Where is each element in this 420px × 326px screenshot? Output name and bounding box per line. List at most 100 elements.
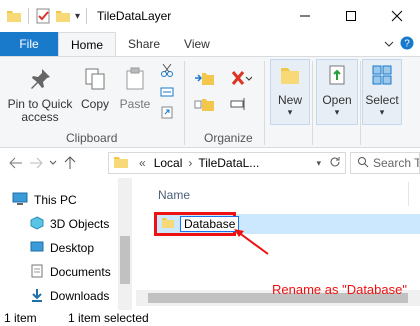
nav-scrollbar-thumb[interactable] <box>120 236 130 284</box>
tab-home[interactable]: Home <box>58 32 117 56</box>
rename-highlight: Database <box>154 212 240 236</box>
status-item-count: 1 item <box>4 311 37 325</box>
nav-scrollbar[interactable] <box>118 178 132 310</box>
new-folder-large-icon <box>279 64 301 89</box>
annotation-text: Rename as "Database" <box>272 282 407 297</box>
open-button[interactable]: Open ▾ <box>316 59 358 125</box>
folder-icon <box>113 155 129 172</box>
paste-shortcut-icon <box>160 105 174 122</box>
documents-icon <box>30 264 44 281</box>
annotation-arrow-icon <box>234 229 269 255</box>
new-folder-icon[interactable] <box>55 8 71 24</box>
select-button[interactable]: Select ▾ <box>362 59 402 125</box>
qa-dropdown-icon[interactable]: ▾ <box>75 11 80 22</box>
nav-label: This PC <box>34 193 77 207</box>
nav-label: Desktop <box>50 241 95 255</box>
copy-path-icon <box>160 85 174 102</box>
window-controls <box>282 0 420 32</box>
ribbon-divider <box>184 61 185 145</box>
delete-button[interactable] <box>230 69 253 90</box>
3d-objects-icon <box>30 215 44 233</box>
navigation-pane: This PC 3D Objects Desktop Documents Dow… <box>0 178 132 310</box>
copy-path-button[interactable] <box>160 85 174 102</box>
breadcrumb-tiledatalayer[interactable]: TileDataL... <box>198 156 259 170</box>
nav-item-downloads[interactable]: Downloads <box>30 286 109 306</box>
nav-label: 3D Objects <box>50 217 110 231</box>
move-to-button[interactable] <box>194 69 216 90</box>
ribbon-divider <box>360 61 361 145</box>
status-bar: 1 item 1 item selected <box>0 310 420 326</box>
tab-share[interactable]: Share <box>116 32 172 56</box>
copy-to-icon <box>194 95 216 116</box>
paste-icon <box>123 67 147 94</box>
new-button[interactable]: New ▾ <box>270 59 310 125</box>
downloads-icon <box>30 288 44 305</box>
nav-label: Documents <box>50 265 111 279</box>
computer-icon <box>12 192 28 209</box>
recent-locations-button[interactable] <box>46 151 60 175</box>
move-to-icon <box>194 69 216 90</box>
open-dropdown-icon: ▾ <box>334 107 340 117</box>
ribbon-divider <box>312 61 313 145</box>
select-label: Select <box>365 93 399 107</box>
refresh-icon[interactable] <box>329 156 341 171</box>
address-bar[interactable]: « Local › TileDataL... ▾ <box>108 152 346 174</box>
clipboard-group-label: Clipboard <box>66 131 118 145</box>
nav-item-3d-objects[interactable]: 3D Objects <box>30 214 109 234</box>
maximize-button[interactable] <box>328 0 374 32</box>
quick-access-toolbar: ▾ <box>0 8 89 24</box>
tab-view[interactable]: View <box>172 32 222 56</box>
minimize-button[interactable] <box>282 0 328 32</box>
back-button[interactable] <box>6 151 26 175</box>
nav-item-desktop[interactable]: Desktop <box>30 238 94 258</box>
scissors-icon <box>160 63 174 80</box>
help-icon[interactable]: ? <box>400 36 414 53</box>
cut-button[interactable] <box>160 63 174 80</box>
pin-label: Pin to Quick access <box>7 97 73 124</box>
breadcrumb-separator-icon[interactable]: › <box>188 156 192 170</box>
paste-shortcut-button[interactable] <box>160 105 174 122</box>
delete-icon <box>230 69 253 90</box>
paste-button[interactable]: Paste <box>116 67 154 111</box>
qa-separator <box>86 8 88 24</box>
search-icon <box>357 156 369 171</box>
status-selected: 1 item selected <box>68 311 149 325</box>
nav-item-documents[interactable]: Documents <box>30 262 111 282</box>
tab-file[interactable]: File <box>0 32 58 56</box>
new-label: New <box>277 93 302 107</box>
qa-separator <box>28 8 29 24</box>
nav-item-this-pc[interactable]: This PC <box>12 190 77 210</box>
nav-label: Downloads <box>50 289 110 303</box>
svg-text:?: ? <box>404 39 410 50</box>
column-separator[interactable] <box>408 182 409 206</box>
copy-to-button[interactable] <box>194 95 216 116</box>
breadcrumb-overflow[interactable]: « <box>139 156 146 170</box>
open-label: Open <box>322 93 352 107</box>
new-dropdown-icon: ▾ <box>287 107 293 117</box>
pin-icon <box>28 67 52 94</box>
open-properties-icon <box>326 64 348 89</box>
copy-button[interactable]: Copy <box>78 67 112 111</box>
close-button[interactable] <box>374 0 420 32</box>
organize-group-label: Organize <box>204 131 253 145</box>
ribbon-divider <box>264 61 265 145</box>
select-dropdown-icon: ▾ <box>379 107 385 117</box>
properties-icon[interactable] <box>35 8 51 24</box>
ribbon-right-controls: ? <box>384 36 414 53</box>
chevron-down-icon[interactable] <box>384 38 394 52</box>
pin-to-quick-access-button[interactable]: Pin to Quick access <box>4 67 76 124</box>
forward-button[interactable] <box>26 151 46 175</box>
select-all-icon <box>371 64 393 89</box>
column-header-name[interactable]: Name <box>158 188 190 202</box>
copy-label: Copy <box>80 97 109 111</box>
rename-input[interactable]: Database <box>180 216 240 232</box>
rename-button[interactable] <box>230 95 248 116</box>
ribbon-tabs: File Home Share View ? <box>0 32 420 56</box>
ribbon: Pin to Quick access Copy Paste Clipboard <box>0 56 420 148</box>
up-button[interactable] <box>60 151 80 175</box>
breadcrumb-local[interactable]: Local <box>154 156 183 170</box>
search-placeholder: Search Til... <box>373 156 419 170</box>
address-dropdown-icon[interactable]: ▾ <box>316 158 321 169</box>
paste-label: Paste <box>119 97 151 111</box>
search-box[interactable]: Search Til... <box>350 152 420 174</box>
